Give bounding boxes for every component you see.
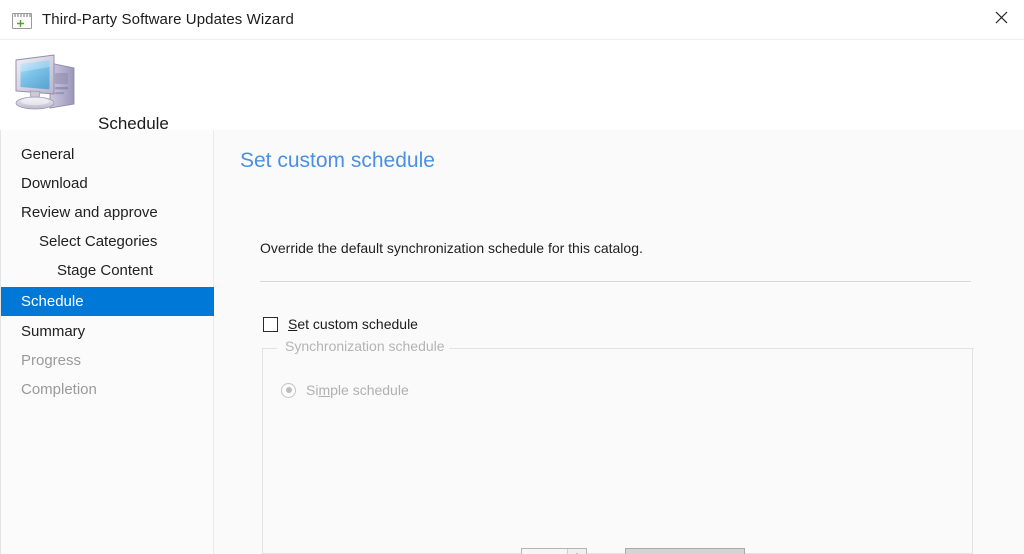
close-icon xyxy=(995,11,1007,23)
accelerator-char: S xyxy=(288,316,298,332)
wizard-header: Schedule xyxy=(0,40,1024,133)
sidebar-item-label: Progress xyxy=(21,352,82,369)
sidebar-item-label: General xyxy=(21,146,75,163)
wizard-body: General Download Review and approve Sele… xyxy=(0,130,1024,554)
run-every-unit-dropdown: Days xyxy=(625,548,745,554)
content-separator xyxy=(260,281,971,282)
sidebar-item-select-categories[interactable]: Select Categories xyxy=(1,227,214,256)
spinner-buttons xyxy=(567,549,586,554)
set-custom-schedule-checkbox-row[interactable]: Set custom schedule xyxy=(263,314,418,334)
title-bar: Third-Party Software Updates Wizard xyxy=(0,0,1024,40)
sidebar-item-label: Select Categories xyxy=(39,233,158,250)
groupbox-border-left xyxy=(263,348,277,349)
sidebar-item-label: Completion xyxy=(21,381,97,398)
simple-schedule-radio-row: Simple schedule xyxy=(281,380,409,400)
label-start: Si xyxy=(306,382,319,398)
sidebar-item-label: Schedule xyxy=(21,293,84,310)
wizard-steps-sidebar: General Download Review and approve Sele… xyxy=(0,130,214,554)
set-custom-schedule-checkbox[interactable] xyxy=(263,316,278,332)
content-description: Override the default synchronization sch… xyxy=(260,240,643,256)
sidebar-item-label: Review and approve xyxy=(21,204,158,221)
simple-schedule-label: Simple schedule xyxy=(306,382,409,398)
spinner-increment-button xyxy=(568,549,586,554)
run-every-spinner: 7 xyxy=(521,548,587,554)
sidebar-item-completion: Completion xyxy=(1,375,214,404)
label-rest: ple schedule xyxy=(330,382,409,398)
sidebar-item-label: Stage Content xyxy=(57,262,153,279)
accelerator-char: m xyxy=(318,382,331,398)
sidebar-item-label: Download xyxy=(21,175,88,192)
set-custom-schedule-label: Set custom schedule xyxy=(288,316,418,332)
close-button[interactable] xyxy=(978,0,1024,34)
sidebar-item-stage-content[interactable]: Stage Content xyxy=(1,256,214,285)
sidebar-item-review-and-approve[interactable]: Review and approve xyxy=(1,198,214,227)
simple-schedule-radio xyxy=(281,382,296,398)
synchronization-schedule-groupbox: Synchronization schedule Simple schedule… xyxy=(262,338,974,554)
wizard-window-plus-icon xyxy=(12,13,32,29)
content-heading: Set custom schedule xyxy=(240,149,435,172)
groupbox-border-right xyxy=(421,348,974,349)
sidebar-item-label: Summary xyxy=(21,323,86,340)
sidebar-item-summary[interactable]: Summary xyxy=(1,317,214,346)
run-every-value: 7 xyxy=(522,549,567,554)
sidebar-item-progress: Progress xyxy=(1,346,214,375)
content-pane: Set custom schedule Override the default… xyxy=(215,130,1024,554)
sidebar-item-schedule[interactable]: Schedule xyxy=(1,287,214,316)
wizard-window: Third-Party Software Updates Wizard Sche… xyxy=(0,0,1024,554)
groupbox-legend: Synchronization schedule xyxy=(281,338,449,354)
computer-monitor-icon xyxy=(15,54,75,110)
sidebar-item-general[interactable]: General xyxy=(1,140,214,169)
sidebar-item-download[interactable]: Download xyxy=(1,169,214,198)
label-rest: et custom schedule xyxy=(297,316,418,332)
window-title: Third-Party Software Updates Wizard xyxy=(42,11,294,28)
